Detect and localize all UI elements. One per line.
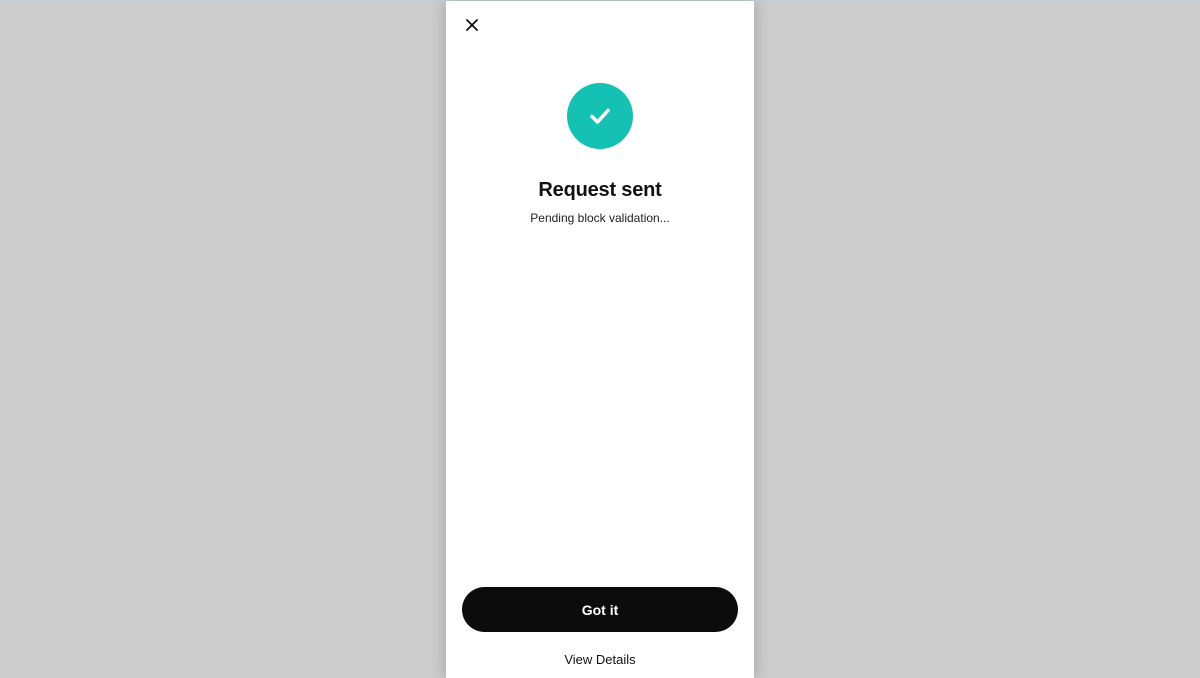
got-it-button[interactable]: Got it [462, 587, 738, 632]
close-button[interactable] [462, 15, 482, 35]
success-badge [567, 83, 633, 149]
confirmation-panel: Request sent Pending block validation...… [446, 1, 754, 678]
close-icon [465, 18, 479, 32]
check-icon [586, 102, 614, 130]
view-details-link[interactable]: View Details [446, 652, 754, 667]
status-title: Request sent [538, 179, 662, 201]
status-subtitle: Pending block validation... [530, 211, 670, 225]
